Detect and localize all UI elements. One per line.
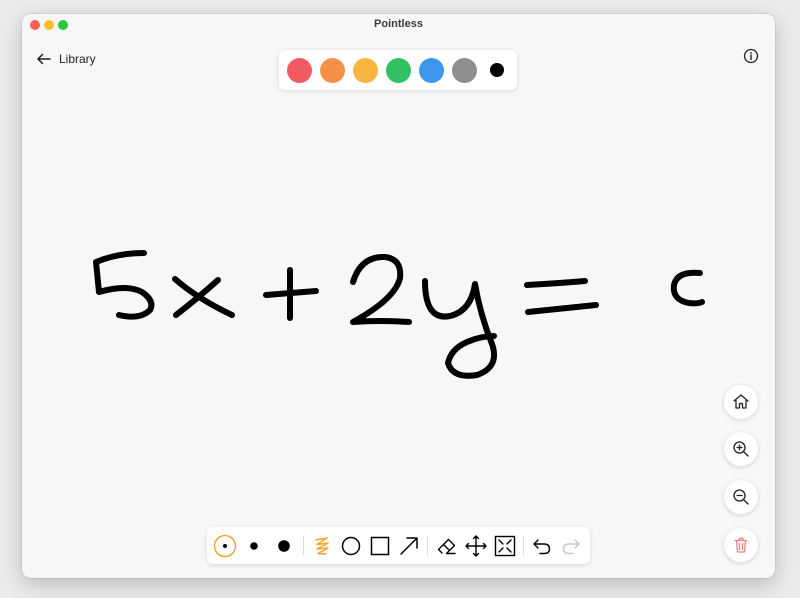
large-brush-icon <box>278 540 290 552</box>
arrow-icon <box>400 537 418 555</box>
circle-tool[interactable] <box>338 533 364 559</box>
zoom-in-icon <box>733 441 749 457</box>
undo-button[interactable] <box>529 533 555 559</box>
pen-tool[interactable] <box>309 533 335 559</box>
circle-icon <box>341 536 361 556</box>
toolbar-divider <box>303 536 304 555</box>
drawing-canvas[interactable] <box>22 14 775 578</box>
zoom-out-button[interactable] <box>724 480 758 514</box>
pen-icon <box>315 537 329 555</box>
redo-icon <box>562 539 580 555</box>
arrow-tool[interactable] <box>396 533 422 559</box>
move-tool[interactable] <box>463 533 489 559</box>
undo-icon <box>533 539 551 555</box>
drawing-toolbar <box>207 527 590 564</box>
ink-stroke-five <box>93 250 155 320</box>
move-icon <box>465 535 487 557</box>
medium-brush-tool[interactable] <box>241 533 267 559</box>
ink-stroke-y <box>422 278 498 379</box>
small-brush-icon <box>213 534 237 558</box>
ink-stroke-equals-b <box>525 302 599 315</box>
redo-button[interactable] <box>558 533 584 559</box>
trash-icon <box>734 537 748 553</box>
fit-screen-icon <box>494 535 516 557</box>
toolbar-divider <box>523 536 524 555</box>
toolbar-divider <box>427 536 428 555</box>
zoom-out-icon <box>733 489 749 505</box>
rectangle-tool[interactable] <box>367 533 393 559</box>
app-window: Pointless Library <box>22 14 775 578</box>
delete-button[interactable] <box>724 528 758 562</box>
eraser-icon <box>437 538 456 555</box>
fit-screen-tool[interactable] <box>492 533 518 559</box>
large-brush-tool[interactable] <box>271 533 297 559</box>
ink-stroke-c <box>670 269 705 307</box>
ink-stroke-equals-a <box>524 278 588 288</box>
medium-brush-icon <box>250 542 258 550</box>
ink-stroke-two <box>350 253 412 325</box>
rectangle-icon <box>370 536 390 556</box>
zoom-in-button[interactable] <box>724 432 758 466</box>
home-icon <box>733 394 749 409</box>
home-button[interactable] <box>724 385 758 419</box>
small-brush-tool[interactable] <box>212 533 238 559</box>
eraser-tool[interactable] <box>434 533 460 559</box>
